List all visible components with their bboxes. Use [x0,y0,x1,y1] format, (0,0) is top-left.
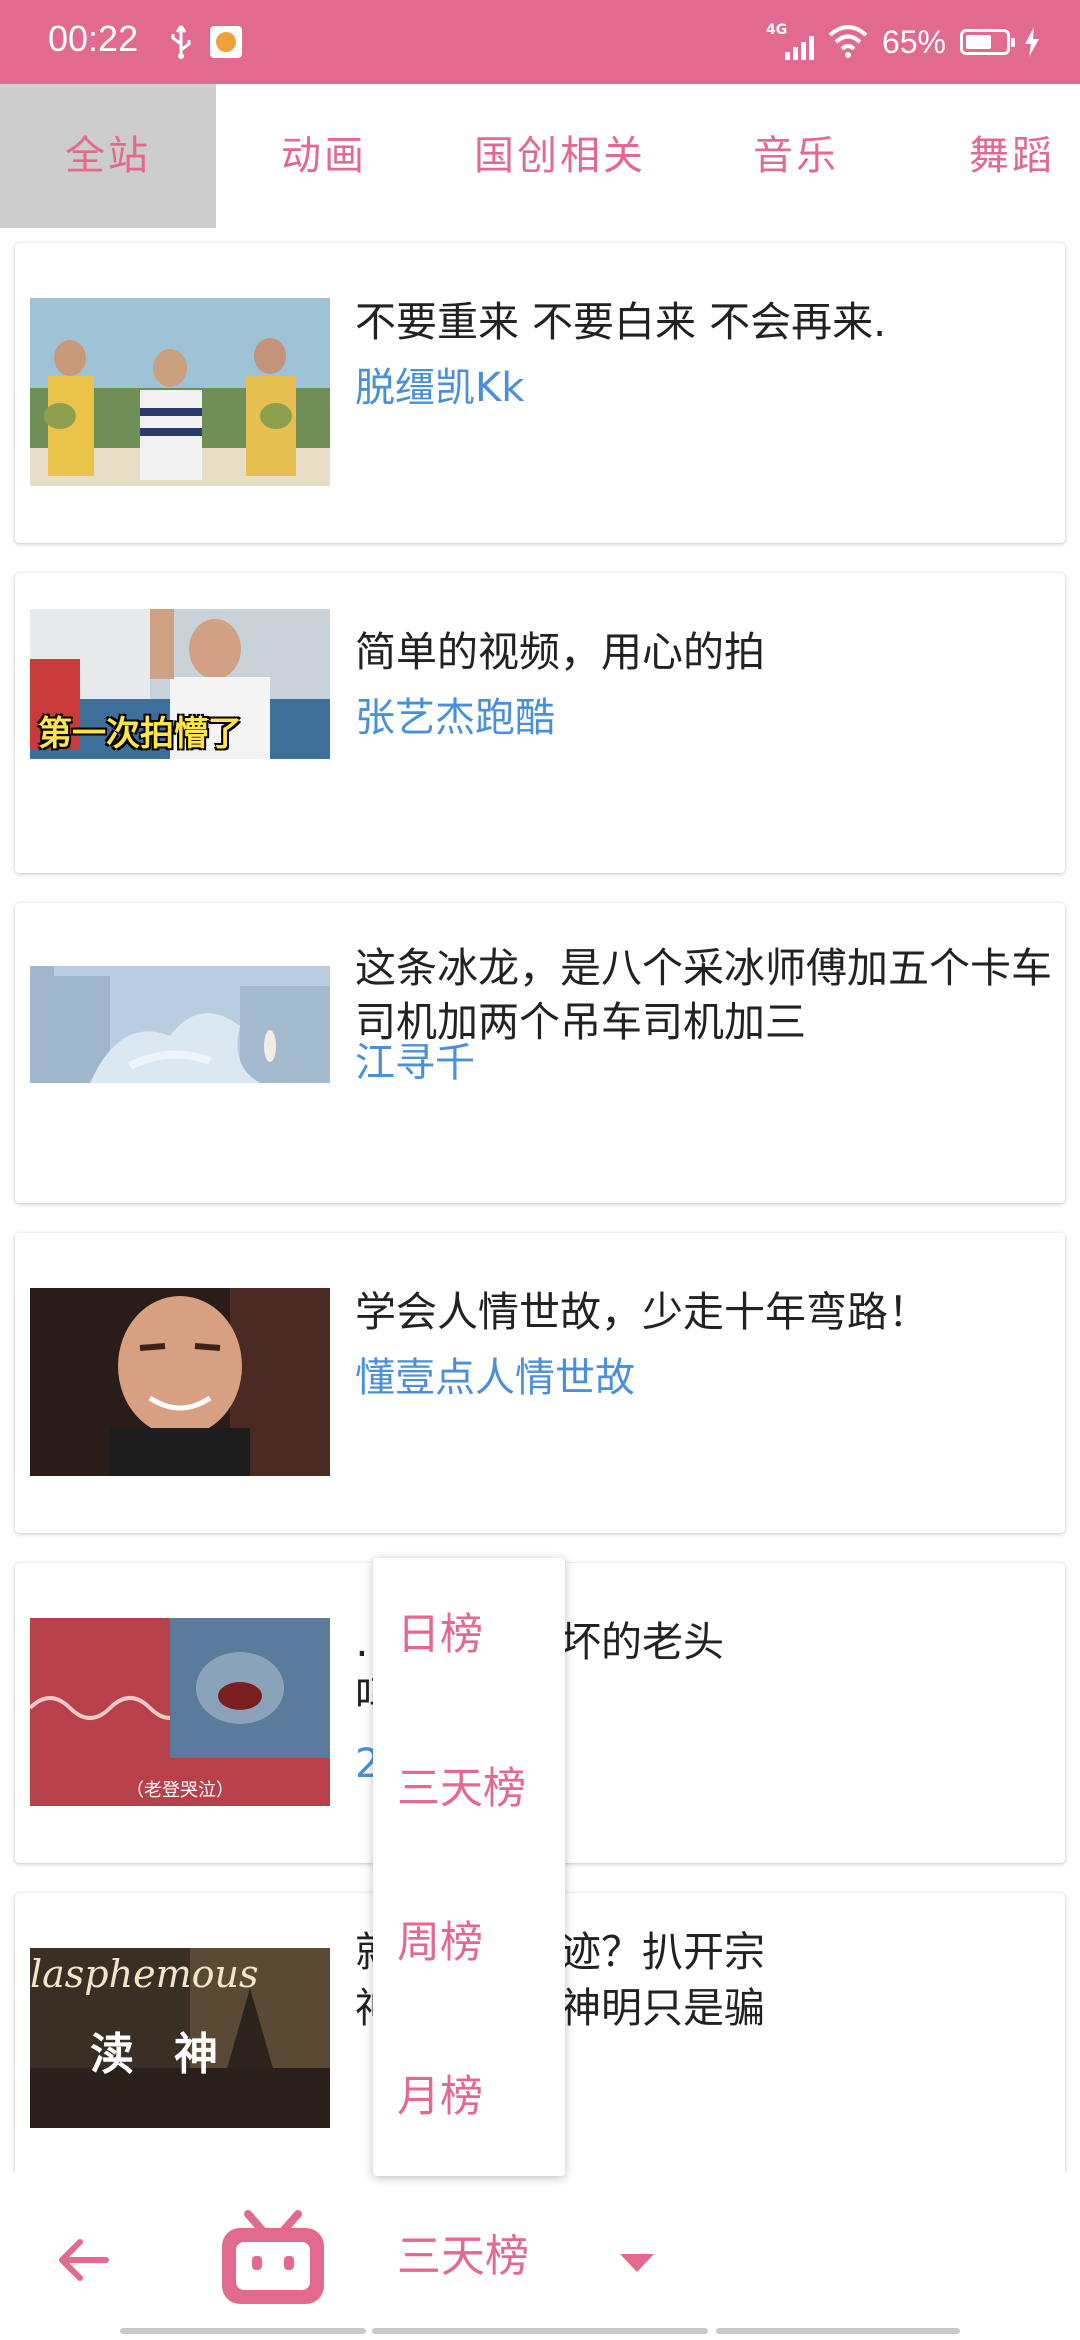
app-notification-icon [210,26,242,58]
bottom-bar: 三天榜 [0,2172,1080,2340]
caret-down-icon[interactable] [620,2254,654,2274]
tab-animation[interactable]: 动画 [216,84,432,228]
video-author[interactable]: 脱缰凯Kk [355,355,524,413]
menu-item-daily[interactable]: 日榜 [373,1558,565,1712]
nav-handle [716,2328,960,2334]
video-author[interactable]: 江寻千 [355,1030,475,1088]
back-arrow-icon[interactable] [52,2228,116,2292]
thumbnail-subcaption: 渎神 [90,2029,258,2080]
thumbnail-caption: lasphemous [30,1952,259,1996]
bilibili-tv-icon[interactable] [218,2208,328,2308]
category-tabs: 全站 动画 国创相关 音乐 舞蹈 [0,84,1080,228]
signal-icon: 4G [766,22,814,62]
selected-rank-label[interactable]: 三天榜 [397,2220,529,2284]
video-card[interactable]: 学会人情世故，少走十年弯路！ 懂壹点人情世故 [15,1233,1065,1533]
usb-icon [171,25,191,59]
charging-icon [1025,27,1039,57]
battery-percent: 65% [881,23,946,60]
menu-item-weekly[interactable]: 周榜 [373,1866,565,2020]
video-card[interactable]: 这条冰龙，是八个采冰师傅加五个卡车司机加两个吊车司机加三 江寻千 [15,903,1065,1203]
rank-dropdown-menu: 日榜 三天榜 周榜 月榜 [373,1558,565,2176]
video-author[interactable]: 懂壹点人情世故 [355,1345,635,1403]
video-author[interactable]: 张艺杰跑酷 [355,685,555,743]
video-title[interactable]: 简单的视频，用心的拍 [355,625,1055,679]
video-card[interactable]: 第一次拍懵了 简单的视频，用心的拍 张艺杰跑酷 [15,573,1065,873]
menu-item-three-day[interactable]: 三天榜 [373,1712,565,1866]
video-thumbnail[interactable] [30,298,330,486]
tab-guochuang[interactable]: 国创相关 [432,84,688,228]
video-title[interactable]: 不要重来 不要白来 不会再来. [355,295,1055,349]
status-bar: 00:22 4G 65% [0,0,1080,84]
wifi-icon [828,25,868,58]
tab-music[interactable]: 音乐 [688,84,904,228]
tab-all-site[interactable]: 全站 [0,84,216,228]
nav-handle [372,2328,708,2334]
thumbnail-caption: （老登哭泣） [126,1780,234,1801]
video-title[interactable]: 学会人情世故，少走十年弯路！ [355,1285,1055,1339]
video-thumbnail[interactable] [30,966,330,1083]
status-time: 00:22 [48,18,139,59]
video-thumbnail[interactable]: lasphemous 渎神 [30,1948,330,2128]
video-thumbnail[interactable] [30,1288,330,1476]
tab-dance[interactable]: 舞蹈 [904,84,1080,228]
thumbnail-caption: 第一次拍懵了 [38,714,242,754]
nav-handle [120,2328,366,2334]
video-thumbnail[interactable]: 第一次拍懵了 [30,609,330,759]
battery-icon [960,29,1015,55]
video-thumbnail[interactable]: （老登哭泣） [30,1618,330,1806]
menu-item-monthly[interactable]: 月榜 [373,2020,565,2174]
video-card[interactable]: 不要重来 不要白来 不会再来. 脱缰凯Kk [15,243,1065,543]
